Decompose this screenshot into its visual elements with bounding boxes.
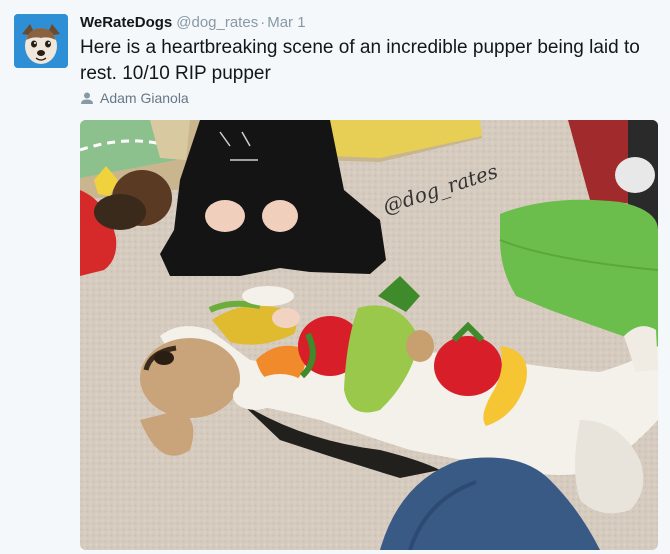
tweet-card: WeRateDogs @dog_rates · Mar 1 Here is a hea… xyxy=(0,0,670,554)
tweet-date[interactable]: Mar 1 xyxy=(267,14,305,31)
display-name[interactable]: WeRateDogs xyxy=(80,14,172,31)
photo-credit-name: Adam Gianola xyxy=(100,90,189,106)
tweet-photo[interactable]: @dog_rates xyxy=(80,120,658,550)
tweet-text: Here is a heartbreaking scene of an incr… xyxy=(80,37,640,84)
avatar[interactable] xyxy=(14,14,68,68)
avatar-dog-image xyxy=(14,14,68,68)
separator-dot: · xyxy=(260,14,266,31)
photo-credit[interactable]: Adam Gianola xyxy=(80,90,189,106)
user-handle[interactable]: @dog_rates xyxy=(176,14,258,31)
tweet-header: WeRateDogs @dog_rates · Mar 1 xyxy=(80,14,306,32)
person-icon xyxy=(80,91,94,105)
dog-with-toys-photo: @dog_rates xyxy=(80,120,658,550)
